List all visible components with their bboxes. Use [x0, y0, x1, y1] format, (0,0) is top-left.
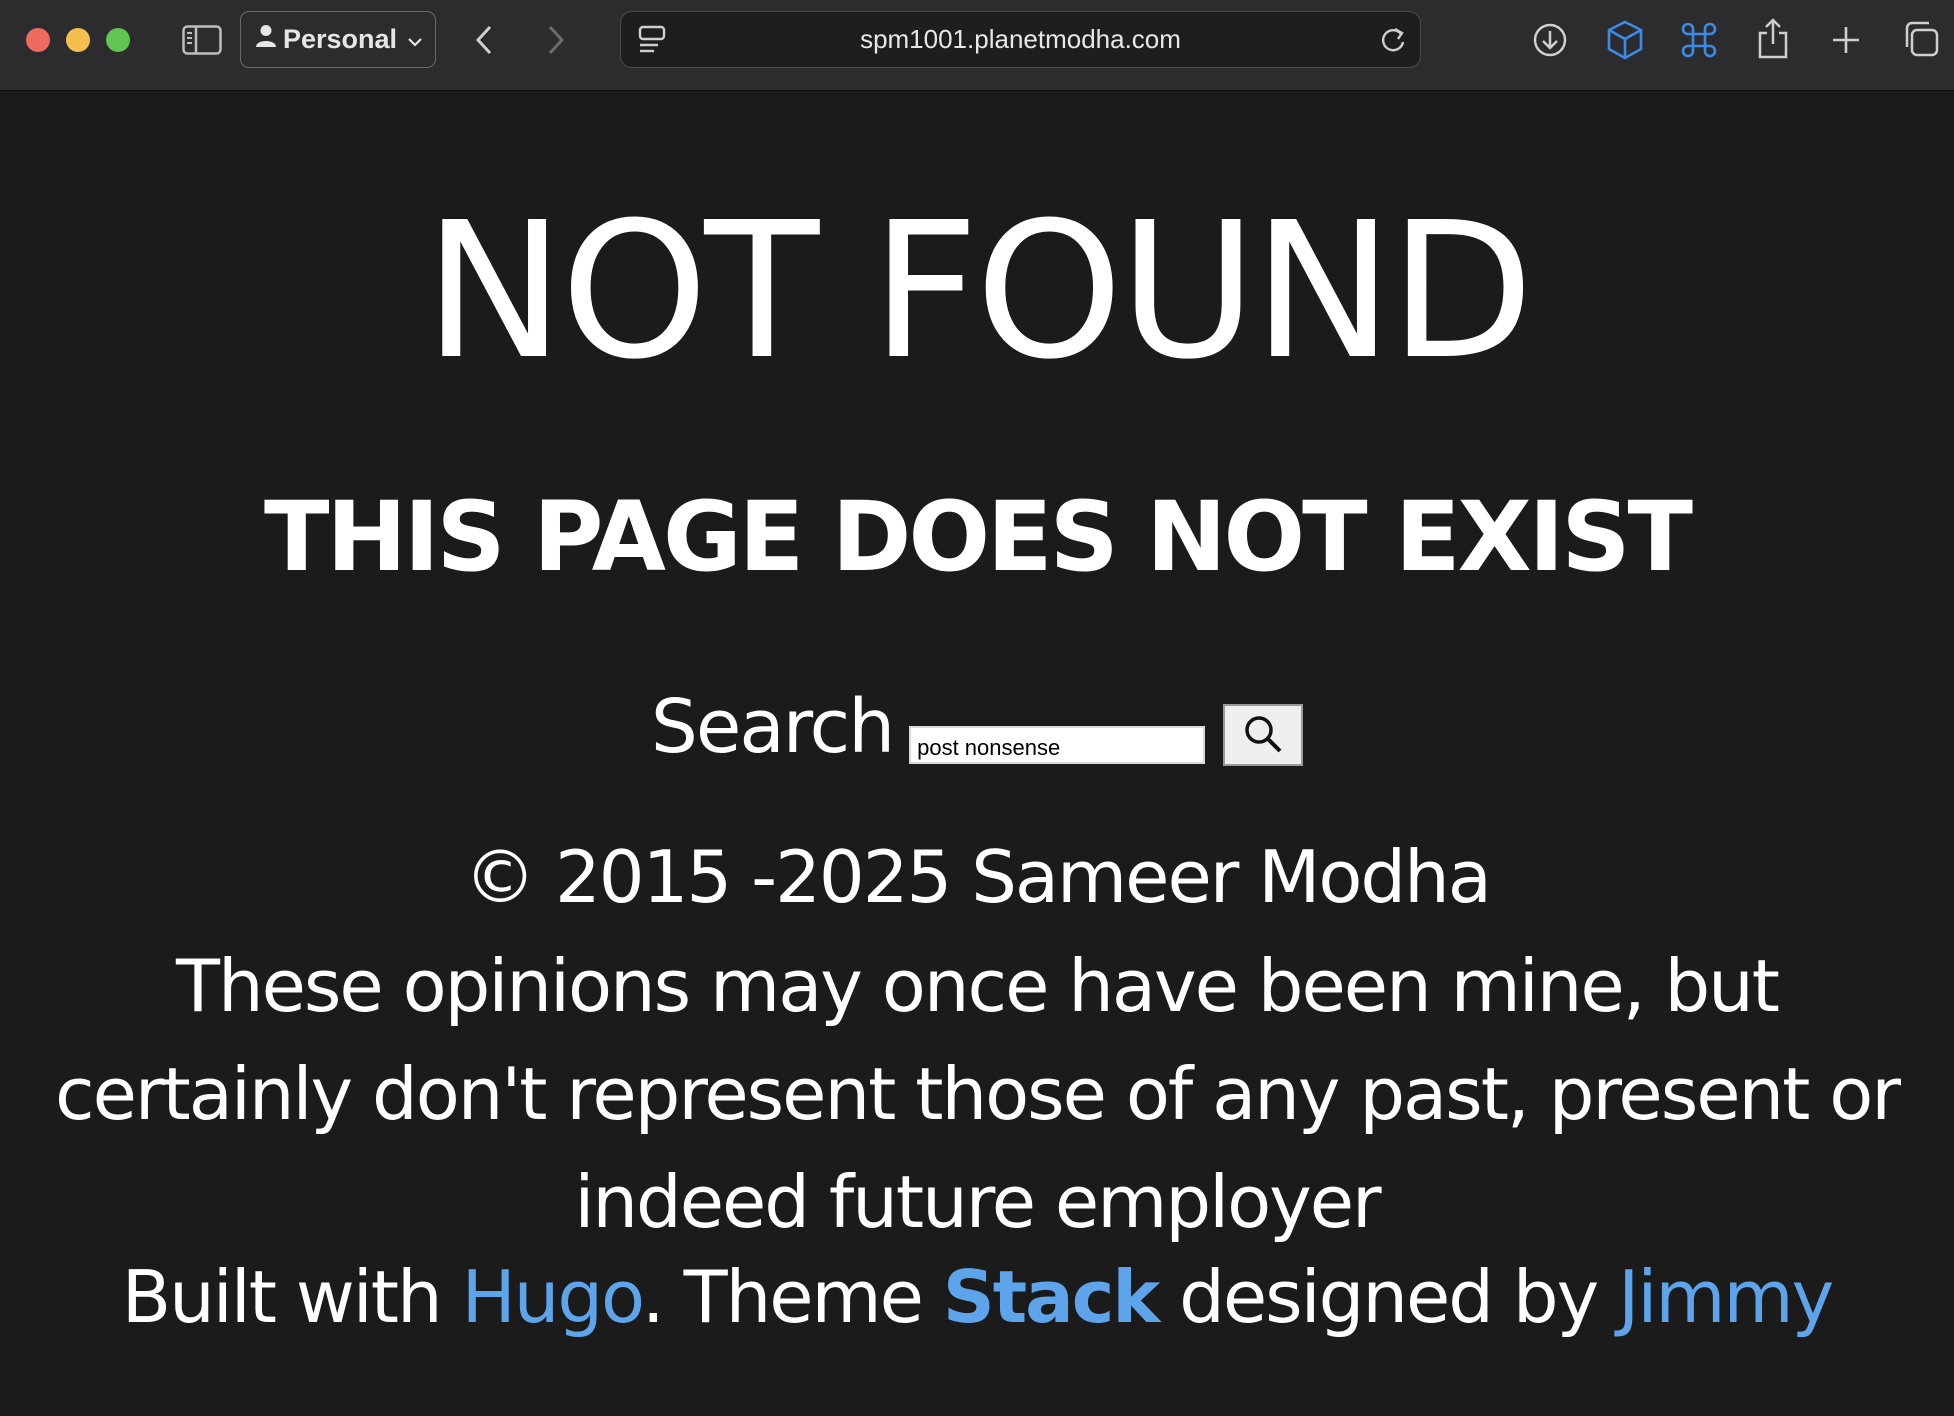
hugo-link[interactable]: Hugo [462, 1255, 644, 1339]
search-button[interactable] [1223, 704, 1304, 766]
command-key-icon[interactable] [1678, 20, 1720, 60]
jimmy-link[interactable]: Jimmy [1618, 1255, 1834, 1339]
chevron-right-icon[interactable] [538, 20, 574, 60]
built-prefix: Built with [121, 1255, 462, 1339]
window-close-button[interactable] [26, 28, 50, 52]
copyright-text: © 2015 -2025 Sameer Modha [464, 835, 1492, 919]
tabs-overview-icon[interactable] [1900, 18, 1942, 60]
built-designed: designed by [1158, 1255, 1619, 1339]
person-icon [255, 24, 277, 55]
stack-theme-link[interactable]: Stack [943, 1255, 1160, 1339]
cube-icon[interactable] [1604, 18, 1646, 62]
chevron-down-icon [407, 24, 423, 55]
window-minimize-button[interactable] [66, 28, 90, 52]
url-text[interactable]: spm1001.planetmodha.com [621, 12, 1420, 67]
search-label: Search [650, 684, 895, 770]
download-icon[interactable] [1530, 20, 1570, 60]
profile-selector-button[interactable]: Personal [240, 11, 436, 68]
profile-label: Personal [283, 24, 398, 54]
search-input[interactable] [909, 726, 1206, 764]
plus-icon[interactable] [1828, 20, 1864, 60]
built-middle: . Theme [641, 1255, 943, 1339]
reload-icon[interactable] [1377, 24, 1409, 56]
browser-toolbar: Personal spm1001.planetmodha.com [0, 0, 1954, 91]
page-title: NOT FOUND [423, 182, 1534, 401]
chevron-left-icon[interactable] [466, 20, 502, 60]
page-subtitle: THIS PAGE DOES NOT EXIST [264, 481, 1693, 593]
search-form: Search [0, 672, 1954, 772]
sidebar-icon[interactable] [180, 22, 224, 58]
window-zoom-button[interactable] [106, 28, 130, 52]
share-icon[interactable] [1754, 16, 1792, 60]
page-content: NOT FOUND THIS PAGE DOES NOT EXIST Searc… [0, 92, 1954, 1416]
disclaimer-text: These opinions may once have been mine, … [55, 944, 1901, 1244]
search-icon [1242, 713, 1284, 758]
address-bar[interactable]: spm1001.planetmodha.com [620, 11, 1421, 68]
built-with-line: Built with Hugo. Theme Stack designed by… [20, 1242, 1934, 1352]
